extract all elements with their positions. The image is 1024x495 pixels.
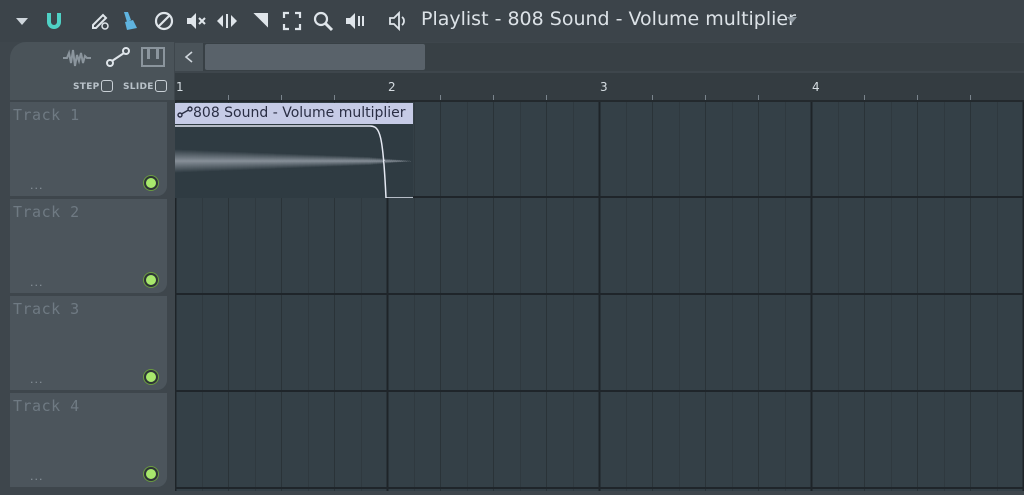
scroll-left-button[interactable]: [175, 43, 203, 71]
track-mute-led[interactable]: [144, 467, 158, 481]
select-icon[interactable]: [280, 9, 304, 33]
track-mute-led[interactable]: [144, 273, 158, 287]
track-header-2[interactable]: Track 2...: [10, 199, 167, 293]
slice-icon[interactable]: [248, 9, 272, 33]
ruler-beat-tick: [546, 95, 547, 100]
ruler-beat-tick: [917, 95, 918, 100]
clip-waveform: [175, 125, 413, 198]
ruler-beat-tick: [705, 95, 706, 100]
ruler-beat-tick: [864, 95, 865, 100]
step-label: STEP: [73, 82, 100, 92]
track-more-icon[interactable]: ...: [30, 276, 44, 289]
ruler-beat-tick: [281, 95, 282, 100]
mute-icon[interactable]: [184, 9, 208, 33]
paint-brush-icon[interactable]: [118, 9, 142, 33]
timeline-ruler[interactable]: 1 2 3 4: [175, 73, 1024, 102]
ruler-beat-tick: [758, 95, 759, 100]
automation-clip-icon: [177, 106, 193, 118]
pencil-icon[interactable]: [88, 9, 112, 33]
track-more-icon[interactable]: ...: [30, 179, 44, 192]
track-more-icon[interactable]: ...: [30, 470, 44, 483]
scrollbar-thumb[interactable]: [205, 44, 425, 70]
slide-label: SLIDE: [123, 82, 154, 92]
delete-icon[interactable]: [152, 9, 176, 33]
ruler-beat-tick: [652, 95, 653, 100]
clip-header[interactable]: 808 Sound - Volume multiplier: [175, 103, 413, 124]
waveform-icon[interactable]: [62, 47, 92, 69]
ruler-beat-tick: [334, 95, 335, 100]
ruler-beat-tick: [228, 95, 229, 100]
track-header-4[interactable]: Track 4...: [10, 393, 167, 487]
menu-arrow-icon[interactable]: [10, 9, 34, 33]
step-checkbox[interactable]: [101, 80, 113, 92]
track-more-icon[interactable]: ...: [30, 373, 44, 386]
piano-icon[interactable]: [141, 47, 165, 67]
track-name: Track 1: [13, 106, 80, 124]
automation-clip[interactable]: 808 Sound - Volume multiplier: [175, 103, 413, 198]
track-name: Track 2: [13, 203, 80, 221]
track-header-1[interactable]: Track 1...: [10, 102, 167, 196]
window-title[interactable]: Playlist - 808 Sound - Volume multiplier: [421, 8, 796, 30]
ruler-bar-4: 4: [812, 80, 820, 94]
ruler-beat-tick: [493, 95, 494, 100]
slide-checkbox[interactable]: [155, 80, 167, 92]
clip-label: 808 Sound - Volume multiplier: [193, 105, 406, 121]
zoom-icon[interactable]: [311, 9, 335, 33]
title-dropdown-icon[interactable]: [786, 16, 798, 24]
ruler-beat-tick: [440, 95, 441, 100]
magnet-icon[interactable]: [42, 9, 66, 33]
playlist-toolbar: Playlist - 808 Sound - Volume multiplier: [0, 0, 1024, 42]
automation-icon[interactable]: [106, 46, 130, 68]
ruler-bar-3: 3: [600, 80, 608, 94]
track-header-3[interactable]: Track 3...: [10, 296, 167, 390]
ruler-beat-tick: [970, 95, 971, 100]
track-name: Track 3: [13, 300, 80, 318]
track-name: Track 4: [13, 397, 80, 415]
ruler-bar-1: 1: [176, 80, 184, 94]
playback-icon[interactable]: [343, 9, 367, 33]
speaker-icon[interactable]: [387, 9, 411, 33]
slip-icon[interactable]: [215, 9, 239, 33]
track-mute-led[interactable]: [144, 370, 158, 384]
ruler-bar-2: 2: [388, 80, 396, 94]
track-mute-led[interactable]: [144, 176, 158, 190]
chevron-left-icon: [184, 51, 193, 63]
